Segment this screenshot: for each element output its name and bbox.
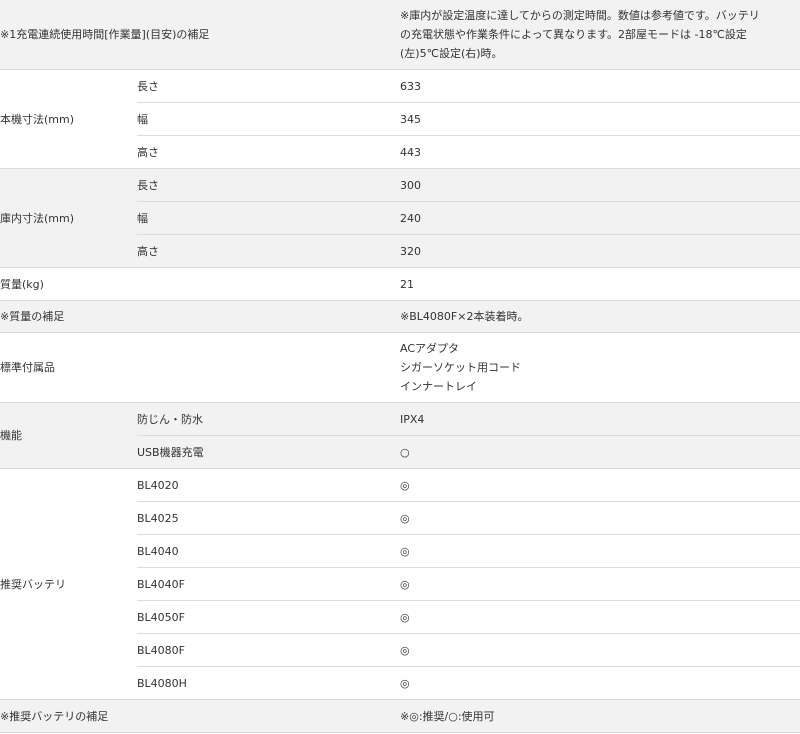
body-length-value: 633 (400, 69, 800, 103)
dust-water-label: 防じん・防水 (137, 402, 401, 436)
row-weight-note: ※質量の補足 ※BL4080F×2本装着時。 (0, 300, 800, 333)
battery-mark: ◎ (400, 501, 800, 535)
battery-model: BL4020 (137, 468, 401, 502)
interior-width-label: 幅 (137, 201, 401, 235)
row-battery-note: ※推奨バッテリの補足 ※◎:推奨/○:使用可 (0, 699, 800, 733)
battery-model: BL4040 (137, 534, 401, 568)
body-length-label: 長さ (137, 69, 401, 103)
body-dimensions-label: 本機寸法(mm) (0, 69, 137, 169)
interior-dimensions-label: 庫内寸法(mm) (0, 168, 137, 268)
battery-mark: ◎ (400, 534, 800, 568)
body-width-value: 345 (400, 102, 800, 136)
battery-mark: ◎ (400, 666, 800, 700)
accessories-label: 標準付属品 (0, 332, 401, 403)
battery-model: BL4080H (137, 666, 401, 700)
operating-time-note-label: ※1充電連続使用時間[作業量](目安)の補足 (0, 0, 401, 70)
operating-time-note-line-3: (左)5℃設定(右)時。 (400, 47, 503, 60)
usb-charge-label: USB機器充電 (137, 435, 401, 469)
battery-note-label: ※推奨バッテリの補足 (0, 699, 401, 733)
weight-value: 21 (400, 267, 800, 301)
row-body-length: 本機寸法(mm) 長さ 633 (0, 69, 800, 169)
interior-height-label: 高さ (137, 234, 401, 268)
weight-note-label: ※質量の補足 (0, 300, 401, 333)
dust-water-value: IPX4 (400, 402, 800, 436)
accessory-cigarette-cord: シガーソケット用コード (400, 361, 522, 374)
interior-length-label: 長さ (137, 168, 401, 202)
battery-model: BL4050F (137, 600, 401, 634)
row-dust-water: 機能 防じん・防水 IPX4 (0, 402, 800, 469)
interior-height-value: 320 (400, 234, 800, 268)
interior-length-value: 300 (400, 168, 800, 202)
weight-label: 質量(kg) (0, 267, 401, 301)
row-interior-length: 庫内寸法(mm) 長さ 300 (0, 168, 800, 268)
operating-time-note-value: ※庫内が設定温度に達してからの測定時間。数値は参考値です。バッテリ の充電状態や… (400, 0, 800, 70)
battery-model: BL4080F (137, 633, 401, 667)
body-height-value: 443 (400, 135, 800, 169)
operating-time-note-line-2: の充電状態や作業条件によって異なります。2部屋モードは -18℃設定 (400, 28, 747, 41)
accessory-inner-tray: インナートレイ (400, 380, 478, 393)
row-accessories: 標準付属品 ACアダプタ シガーソケット用コード インナートレイ (0, 332, 800, 403)
battery-note-value: ※◎:推奨/○:使用可 (400, 699, 800, 733)
battery-model: BL4040F (137, 567, 401, 601)
body-width-label: 幅 (137, 102, 401, 136)
battery-mark: ◎ (400, 633, 800, 667)
battery-mark: ◎ (400, 468, 800, 502)
weight-note-value: ※BL4080F×2本装着時。 (400, 300, 800, 333)
spec-table: ※1充電連続使用時間[作業量](目安)の補足 ※庫内が設定温度に達してからの測定… (0, 0, 800, 733)
accessories-value: ACアダプタ シガーソケット用コード インナートレイ (400, 332, 800, 403)
operating-time-note-line-1: ※庫内が設定温度に達してからの測定時間。数値は参考値です。バッテリ (400, 9, 760, 22)
battery-mark: ◎ (400, 567, 800, 601)
interior-width-value: 240 (400, 201, 800, 235)
battery-mark: ◎ (400, 600, 800, 634)
usb-charge-value: ○ (400, 435, 800, 469)
body-height-label: 高さ (137, 135, 401, 169)
functions-label: 機能 (0, 402, 137, 469)
battery-model: BL4025 (137, 501, 401, 535)
row-battery: 推奨バッテリ BL4020 ◎ (0, 468, 800, 700)
row-weight: 質量(kg) 21 (0, 267, 800, 301)
row-operating-time-note: ※1充電連続使用時間[作業量](目安)の補足 ※庫内が設定温度に達してからの測定… (0, 0, 800, 70)
accessory-ac-adapter: ACアダプタ (400, 342, 460, 355)
batteries-label: 推奨バッテリ (0, 468, 137, 700)
